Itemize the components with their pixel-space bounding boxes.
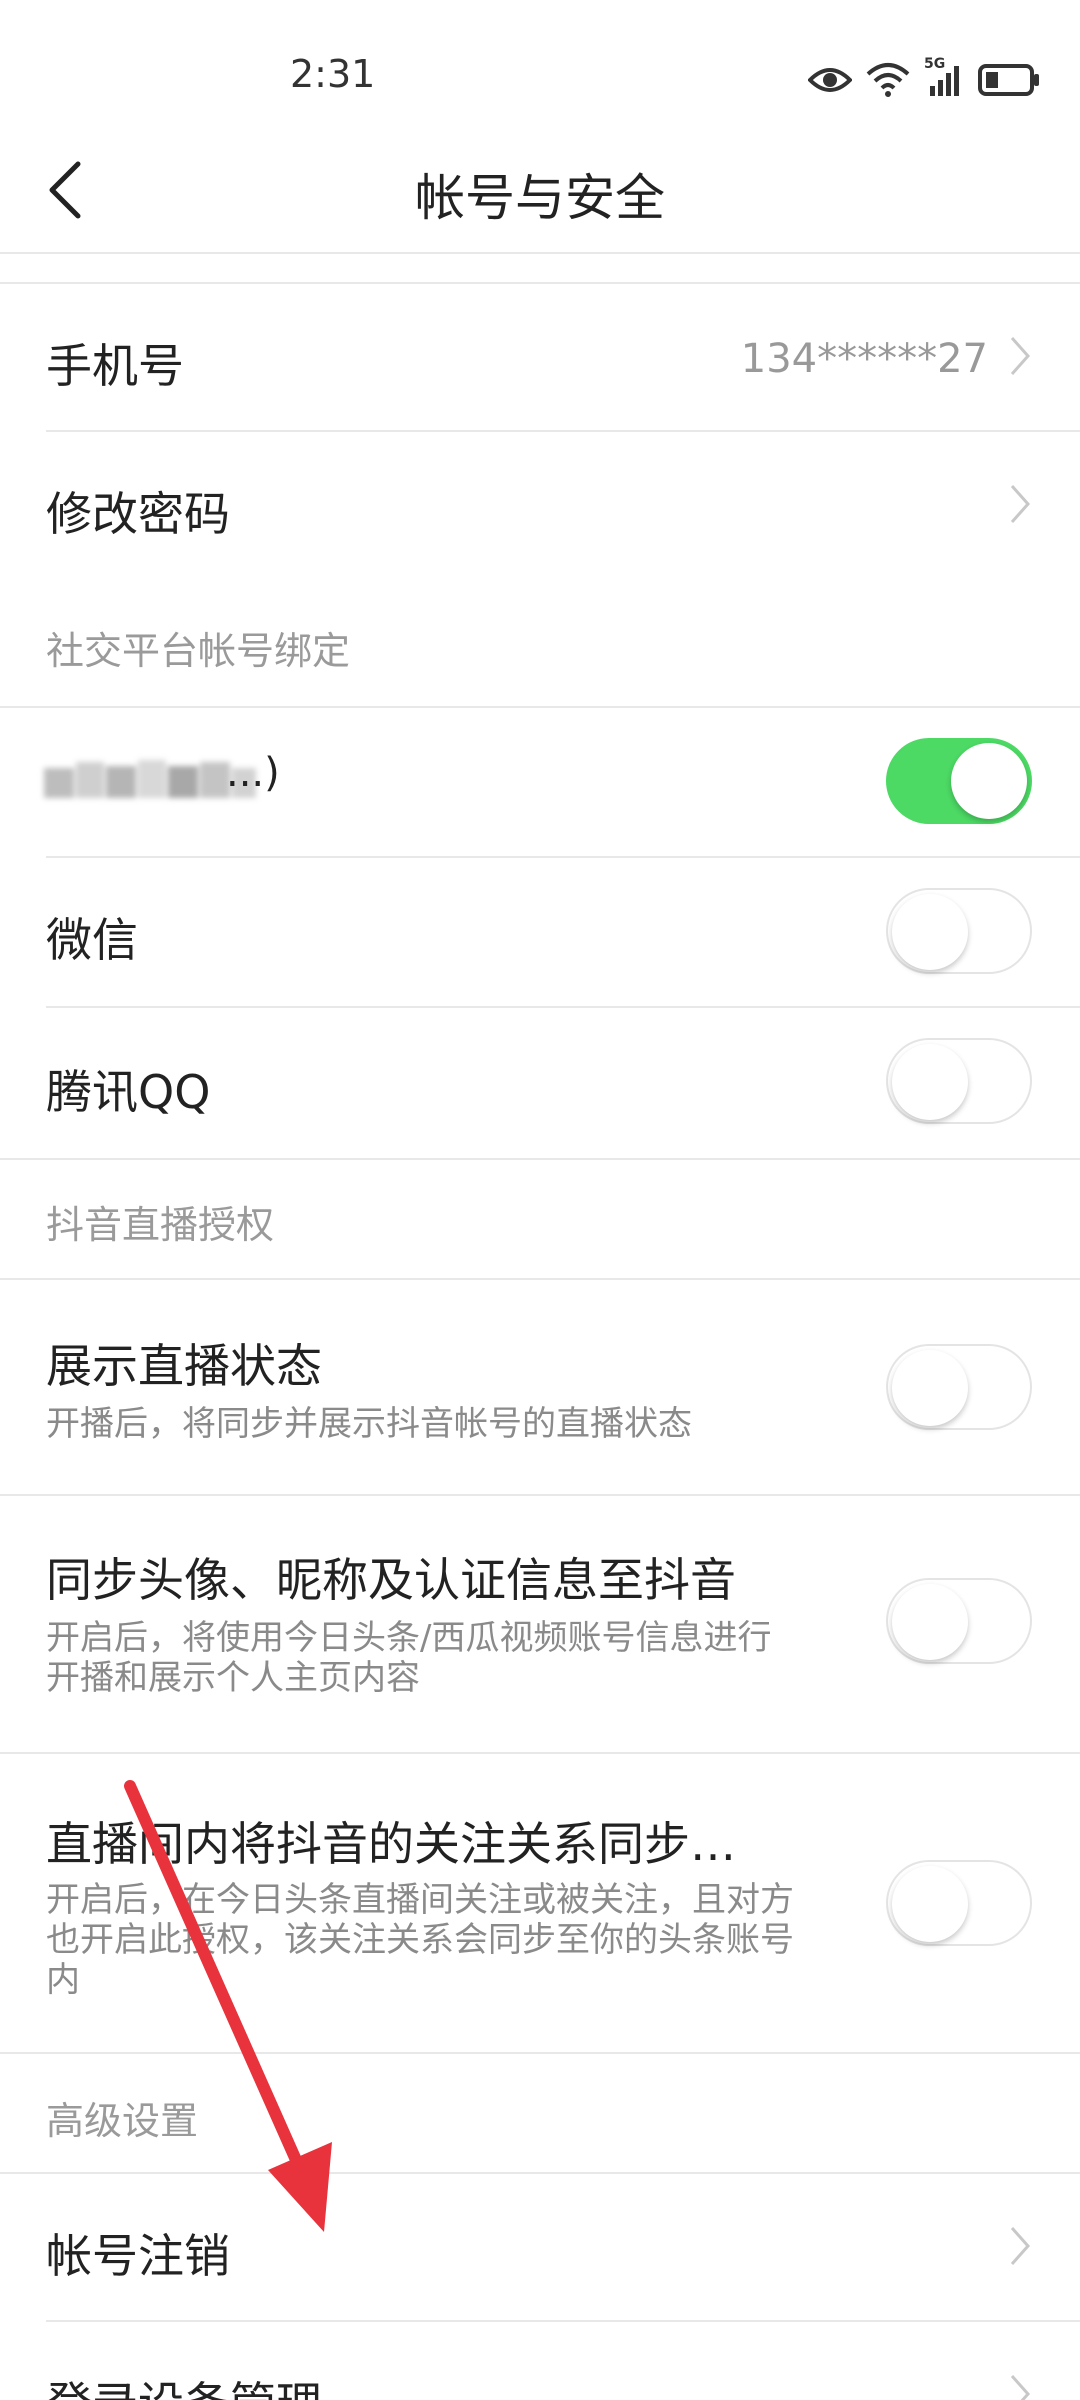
- battery-icon: [978, 64, 1039, 96]
- sync-profile-label: 同步头像、昵称及认证信息至抖音: [46, 1553, 736, 1607]
- divider: [0, 252, 1080, 254]
- wechat-row: 微信: [0, 858, 1080, 1006]
- cellular-signal-icon: 5G: [924, 56, 964, 98]
- status-time: 2:31: [290, 52, 376, 96]
- wechat-toggle[interactable]: [886, 888, 1032, 974]
- device-management-label: 登录设备管理: [46, 2368, 322, 2400]
- phone-value: 134******27: [740, 336, 988, 382]
- qq-toggle[interactable]: [886, 1038, 1032, 1124]
- account-deactivate-row[interactable]: 帐号注销: [0, 2174, 1080, 2320]
- show-live-description: 开播后，将同步并展示抖音帐号的直播状态: [46, 1404, 692, 1444]
- show-live-toggle[interactable]: [886, 1344, 1032, 1430]
- qq-label: 腾讯QQ: [46, 1065, 211, 1119]
- divider: [0, 1158, 1080, 1160]
- douyin-section-header: 抖音直播授权: [46, 1203, 275, 1247]
- wifi-icon: [866, 63, 910, 97]
- page-title: 帐号与安全: [415, 169, 665, 227]
- sync-follow-row: 直播间内将抖音的关注关系同步… 开启后，在今日头条直播间关注或被关注，且对方也开…: [0, 1754, 1080, 2052]
- account-deactivate-label: 帐号注销: [46, 2229, 230, 2283]
- phone-row[interactable]: 手机号 134******27: [0, 284, 1080, 430]
- nav-bar: 帐号与安全: [0, 128, 1080, 252]
- phone-label: 手机号: [46, 339, 184, 393]
- change-password-row[interactable]: 修改密码: [0, 432, 1080, 580]
- device-management-row[interactable]: 登录设备管理: [0, 2322, 1080, 2400]
- show-live-label: 展示直播状态: [46, 1339, 322, 1393]
- social-section-header: 社交平台帐号绑定: [46, 629, 351, 673]
- divider: [0, 2052, 1080, 2054]
- bound-account-label-visible: ...): [226, 750, 280, 796]
- sync-profile-description: 开启后，将使用今日头条/西瓜视频账号信息进行开播和展示个人主页内容: [46, 1618, 772, 1698]
- chevron-right-icon: [1010, 2375, 1031, 2400]
- eye-icon: [808, 68, 852, 92]
- qq-row: 腾讯QQ: [0, 1008, 1080, 1158]
- status-icons: 5G: [808, 56, 1040, 102]
- chevron-right-icon: [1010, 337, 1031, 375]
- wechat-label: 微信: [46, 913, 138, 967]
- bound-account-toggle[interactable]: [886, 738, 1032, 824]
- chevron-right-icon: [1010, 2227, 1031, 2265]
- change-password-label: 修改密码: [46, 487, 230, 541]
- advanced-section-header: 高级设置: [46, 2099, 199, 2143]
- bound-account-row: ...): [0, 708, 1080, 856]
- show-live-row: 展示直播状态 开播后，将同步并展示抖音帐号的直播状态: [0, 1280, 1080, 1494]
- sync-profile-row: 同步头像、昵称及认证信息至抖音 开启后，将使用今日头条/西瓜视频账号信息进行开播…: [0, 1496, 1080, 1752]
- sync-follow-label: 直播间内将抖音的关注关系同步…: [46, 1817, 736, 1871]
- sync-profile-toggle[interactable]: [886, 1578, 1032, 1664]
- sync-follow-toggle[interactable]: [886, 1860, 1032, 1946]
- sync-follow-description: 开启后，在今日头条直播间关注或被关注，且对方也开启此授权，该关注关系会同步至你的…: [46, 1880, 794, 2000]
- chevron-right-icon: [1010, 485, 1031, 523]
